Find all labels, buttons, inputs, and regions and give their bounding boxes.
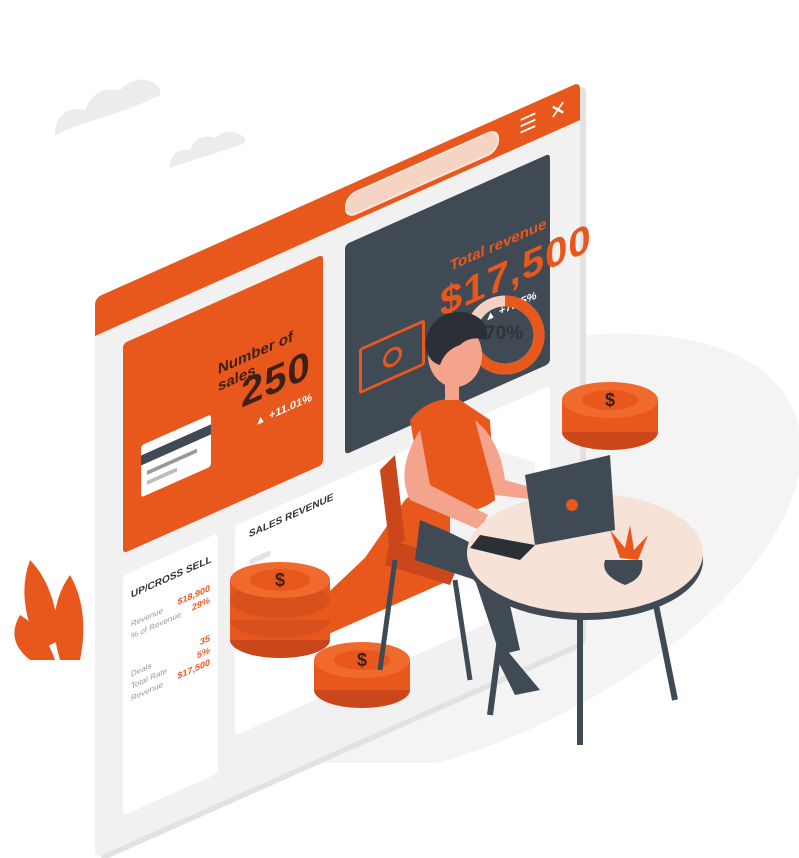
- svg-text:$: $: [275, 570, 285, 590]
- svg-text:$: $: [357, 650, 367, 670]
- plant-decoration: [14, 560, 84, 660]
- coin-stack-left: $: [230, 562, 330, 658]
- donut-percent-label: 70%: [485, 323, 524, 344]
- svg-text:$: $: [605, 390, 615, 410]
- coin-stack-center: $: [314, 642, 410, 708]
- illustration-scene: ☰ ✕ Number of sales 250 ▲ +11.01% Total …: [0, 0, 799, 858]
- foreground-illustration: $ $ $: [14, 295, 703, 745]
- coin-stack-right: $: [562, 382, 658, 450]
